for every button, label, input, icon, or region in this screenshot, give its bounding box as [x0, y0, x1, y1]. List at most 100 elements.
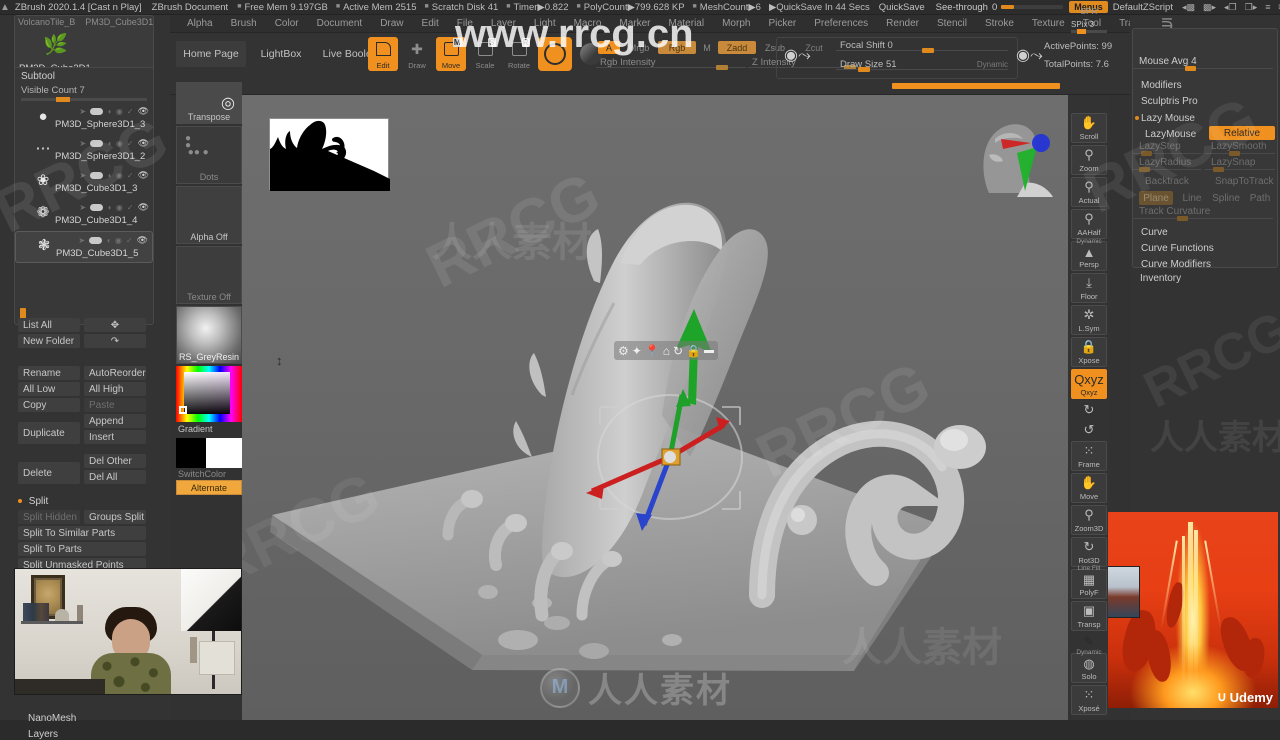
subtool-half-icon[interactable]: ◖	[107, 107, 112, 116]
slider-icon[interactable]: ▬	[704, 345, 714, 356]
material-selector[interactable]: RS_GreyResin	[176, 306, 242, 364]
menu-item-morph[interactable]: Morph	[713, 18, 759, 29]
rgb-a-button[interactable]: A	[598, 41, 620, 54]
material-sphere-icon[interactable]	[538, 37, 572, 71]
draw-mode-button[interactable]: ✚ Draw	[402, 37, 432, 71]
del-other-button[interactable]: Del Other	[84, 454, 146, 468]
modifiers-section[interactable]: Modifiers	[1133, 77, 1279, 93]
subtool-row[interactable]: ⋯ ➤ ◖ ◉ ✓ 👁 PM3D_Sphere3D1_2	[15, 135, 153, 167]
groups-split-button[interactable]: Groups Split	[84, 510, 146, 524]
list-all-button[interactable]: List All	[18, 318, 80, 332]
menu-item-stencil[interactable]: Stencil	[928, 18, 976, 29]
rail-item-rotate-cw-icon[interactable]: ↻	[1071, 401, 1107, 419]
alpha-selector[interactable]: Alpha Off	[176, 186, 242, 244]
copy-button[interactable]: Copy	[18, 398, 80, 412]
rail-item-solo[interactable]: Dynamic ◍ Solo	[1071, 649, 1107, 683]
curve-section[interactable]: Curve	[1133, 224, 1279, 240]
subtool-half-icon[interactable]: ◖	[107, 171, 112, 180]
split-to-similar-parts-button[interactable]: Split To Similar Parts	[18, 526, 146, 540]
subtool-half-icon[interactable]: ◖	[107, 139, 112, 148]
curve-modifiers-section[interactable]: Curve Modifiers	[1133, 256, 1279, 272]
move-pin-icon[interactable]: ✦	[632, 344, 642, 358]
subtool-visible-pill[interactable]	[90, 140, 104, 147]
rename-button[interactable]: Rename	[18, 366, 80, 380]
subtool-toggles[interactable]: ➤ ◖ ◉ ✓ 👁	[79, 170, 149, 181]
subtool-toggles[interactable]: ➤ ◖ ◉ ✓ 👁	[79, 106, 149, 117]
viewport-canvas[interactable]: ⚙ ✦ 📍 ⌂ ↻ 🔒 ▬ ↕ RRCG RRCG RRCG 人人素材 人人素材	[242, 95, 1068, 720]
brush-d-icon[interactable]: ◉⤳	[1016, 45, 1043, 65]
menu-item-marker[interactable]: Marker	[610, 18, 659, 29]
subtool-polypaint-icon[interactable]: ✓	[126, 236, 133, 245]
gear-icon[interactable]: ⚙	[618, 344, 629, 358]
subtool-smooth-icon[interactable]: ◉	[116, 107, 123, 116]
menu-item-stroke[interactable]: Stroke	[976, 18, 1023, 29]
navigation-head-gizmo[interactable]	[965, 105, 1068, 200]
relative-button[interactable]: Relative	[1209, 126, 1275, 140]
subtool-polypaint-icon[interactable]: ✓	[127, 139, 134, 148]
subtool-toggles[interactable]: ➤ ◖ ◉ ✓ 👁	[79, 138, 149, 149]
bpr-label[interactable]: BPR	[1073, 7, 1105, 16]
mouse-avg-slider[interactable]: Mouse Avg 4	[1133, 56, 1273, 71]
subtool-visible-pill[interactable]	[90, 204, 104, 211]
rail-item-l-sym[interactable]: ✲ L.Sym	[1071, 305, 1107, 335]
sculptris-pro-section[interactable]: Sculptris Pro	[1133, 93, 1279, 109]
menu-item-document[interactable]: Document	[308, 18, 372, 29]
rail-item-frame[interactable]: ⁙ Frame	[1071, 441, 1107, 471]
home-icon[interactable]: ⌂	[663, 344, 670, 358]
lava-reference-image[interactable]: ∪ Udemy	[1108, 512, 1278, 708]
subtool-row[interactable]: ❀ ➤ ◖ ◉ ✓ 👁 PM3D_Cube3D1_3	[15, 167, 153, 199]
layers-section[interactable]: Layers	[28, 729, 58, 740]
subtool-smooth-icon[interactable]: ◉	[116, 171, 123, 180]
all-high-button[interactable]: All High	[84, 382, 146, 396]
menu-item-draw[interactable]: Draw	[371, 18, 412, 29]
quicksave-button[interactable]: QuickSave	[874, 2, 930, 13]
subtool-row[interactable]: ● ➤ ◖ ◉ ✓ 👁 PM3D_Sphere3D1_3	[15, 103, 153, 135]
prev-item-icon[interactable]: ◂▩	[1178, 2, 1199, 13]
draw-size-slider[interactable]: Draw Size 51 Dynamic	[836, 59, 1008, 72]
rail-item-aahalf[interactable]: ⚲ AAHalf	[1071, 209, 1107, 239]
append-button[interactable]: Append	[84, 414, 146, 428]
inventory-section[interactable]: Inventory	[1140, 273, 1181, 284]
rail-item-transp[interactable]: ▣ Transp	[1071, 601, 1107, 631]
subtool-eye-icon[interactable]: 👁	[138, 138, 149, 149]
popup-left-icon[interactable]: ◂❐	[1220, 2, 1241, 13]
rail-item-rot3d[interactable]: ↻ Rot3D	[1071, 537, 1107, 567]
rail-item-move[interactable]: ✋ Move	[1071, 473, 1107, 503]
menu-item-layer[interactable]: Layer	[482, 18, 525, 29]
restore-icon[interactable]: ⧉	[1274, 2, 1280, 13]
lazystep-slider[interactable]: LazyStep	[1133, 141, 1201, 156]
menu-item-color[interactable]: Color	[266, 18, 308, 29]
folder-arrow-button[interactable]: ↷	[84, 334, 146, 348]
visible-count-slider[interactable]	[21, 97, 147, 102]
brush-s-icon[interactable]: ◉⤳	[784, 45, 811, 65]
lock-icon[interactable]: 🔒	[686, 344, 701, 358]
subtool-visible-pill[interactable]	[89, 237, 103, 244]
menu-item-picker[interactable]: Picker	[759, 18, 805, 29]
rail-item-xpose[interactable]: 🔒 Xpose	[1071, 337, 1107, 367]
subtool-polypaint-icon[interactable]: ✓	[127, 107, 134, 116]
popup-right-icon[interactable]: ❐▸	[1241, 2, 1262, 13]
lightbox-button[interactable]: LightBox	[250, 41, 312, 67]
gizmo-toolbar[interactable]: ⚙ ✦ 📍 ⌂ ↻ 🔒 ▬	[614, 341, 719, 360]
see-through-slider[interactable]: See-through 0	[930, 2, 1070, 13]
all-low-button[interactable]: All Low	[18, 382, 80, 396]
duplicate-button[interactable]: Duplicate	[18, 422, 80, 444]
subtool-eye-icon[interactable]: 👁	[138, 202, 149, 213]
switch-color[interactable]: SwitchColor	[176, 438, 242, 480]
minimize-icon[interactable]: ≡	[1261, 2, 1274, 12]
subtool-half-icon[interactable]: ◖	[107, 203, 112, 212]
menu-item-file[interactable]: File	[448, 18, 482, 29]
move-mode-button[interactable]: M Move	[436, 37, 466, 71]
subtool-eye-icon[interactable]: 👁	[138, 106, 149, 117]
subtool-row[interactable]: ❃ ➤ ◖ ◉ ✓ 👁 PM3D_Cube3D1_5	[15, 231, 153, 263]
rail-item-persp[interactable]: Dynamic ▲ Persp	[1071, 238, 1107, 271]
del-all-button[interactable]: Del All	[84, 470, 146, 484]
menu-item-texture[interactable]: Texture	[1023, 18, 1074, 29]
dynamic-label[interactable]: Dynamic	[977, 60, 1008, 69]
alternate-button[interactable]: Alternate	[176, 480, 242, 495]
curve-functions-section[interactable]: Curve Functions	[1133, 240, 1279, 256]
lazysnap-slider[interactable]: LazySnap	[1205, 157, 1275, 172]
track-curvature-slider[interactable]: Track Curvature	[1133, 206, 1273, 221]
rail-item-qxyz[interactable]: Qxyz Qxyz	[1071, 369, 1107, 399]
zadd-button[interactable]: Zadd	[718, 41, 756, 54]
